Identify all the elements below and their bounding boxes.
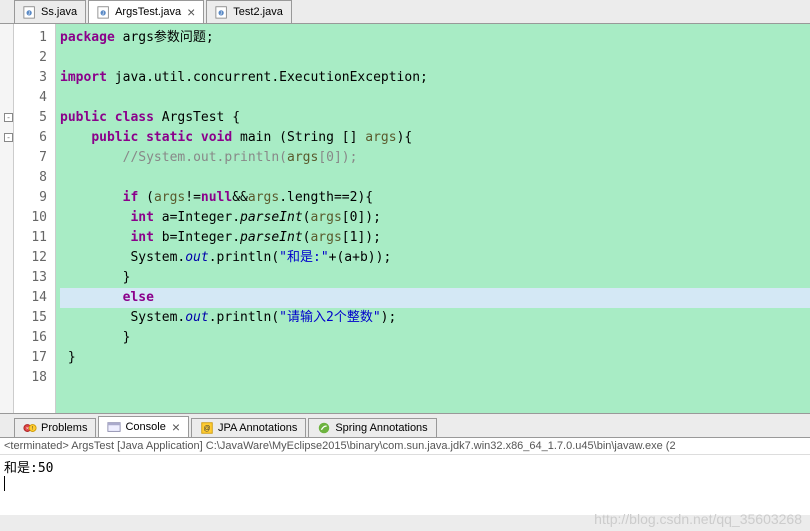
tab-label: Console	[125, 421, 165, 433]
editor-tab[interactable]: J Test2.java	[206, 0, 292, 23]
bottom-tab[interactable]: ×! Problems	[14, 418, 96, 437]
svg-text:J: J	[220, 11, 222, 16]
line-number: 10	[14, 208, 47, 228]
java-file-icon: J	[215, 5, 229, 19]
line-number: 14	[14, 288, 47, 308]
java-file-icon: J	[97, 5, 111, 19]
java-file-icon: J	[23, 5, 37, 19]
tab-label: Problems	[41, 422, 87, 434]
watermark: http://blog.csdn.net/qq_35603268	[594, 511, 802, 527]
code-line[interactable]: System.out.println("请输入2个整数");	[60, 308, 810, 328]
tab-label: Test2.java	[233, 6, 283, 18]
svg-text:J: J	[28, 11, 30, 16]
line-number: 12	[14, 248, 47, 268]
gutter: 123!45-6-789101112131415161718	[14, 24, 56, 413]
line-number: 13	[14, 268, 47, 288]
tab-label: Spring Annotations	[335, 422, 427, 434]
editor-tabs: J Ss.java J ArgsTest.java × J Test2.java	[0, 0, 810, 24]
bottom-tab[interactable]: Spring Annotations	[308, 418, 436, 437]
close-icon[interactable]: ×	[172, 419, 180, 435]
line-number: 7	[14, 148, 47, 168]
code-line[interactable]: else	[60, 288, 810, 308]
close-icon[interactable]: ×	[187, 4, 195, 20]
code-line[interactable]: }	[60, 268, 810, 288]
svg-text:!: !	[32, 426, 33, 432]
code-line[interactable]: }	[60, 348, 810, 368]
line-number: 3!	[14, 68, 47, 88]
line-number: 17	[14, 348, 47, 368]
console-line: 和是:50	[4, 461, 53, 476]
svg-text:@: @	[203, 426, 210, 433]
bottom-panel: ×! Problems Console × @ JPA Annotations Spring…	[0, 414, 810, 515]
code-line[interactable]	[60, 168, 810, 188]
code-line[interactable]: }	[60, 328, 810, 348]
svg-text:J: J	[102, 11, 104, 16]
tab-label: ArgsTest.java	[115, 6, 181, 18]
bottom-tab[interactable]: @ JPA Annotations	[191, 418, 306, 437]
code-line[interactable]	[60, 88, 810, 108]
code-line[interactable]: System.out.println("和是:"+(a+b));	[60, 248, 810, 268]
line-number: 11	[14, 228, 47, 248]
line-number: 1	[14, 28, 47, 48]
code-line[interactable]: package args参数问题;	[60, 28, 810, 48]
code-line[interactable]: public class ArgsTest {	[60, 108, 810, 128]
editor-container: 123!45-6-789101112131415161718 package a…	[0, 24, 810, 414]
line-number: 5-	[14, 108, 47, 128]
tab-label: JPA Annotations	[218, 422, 297, 434]
fold-icon[interactable]: -	[4, 113, 13, 122]
code-line[interactable]	[60, 48, 810, 68]
line-number: 8	[14, 168, 47, 188]
editor-tab[interactable]: J Ss.java	[14, 0, 86, 23]
fold-icon[interactable]: -	[4, 133, 13, 142]
code-line[interactable]: int b=Integer.parseInt(args[1]);	[60, 228, 810, 248]
line-number: 15	[14, 308, 47, 328]
line-number: 6-	[14, 128, 47, 148]
tab-icon: @	[200, 421, 214, 435]
code-line[interactable]	[60, 368, 810, 388]
line-number: 9	[14, 188, 47, 208]
console-header: <terminated> ArgsTest [Java Application]…	[0, 438, 810, 455]
line-number: 4	[14, 88, 47, 108]
console-output[interactable]: 和是:50	[0, 455, 810, 515]
code-line[interactable]: import java.util.concurrent.ExecutionExc…	[60, 68, 810, 88]
bottom-tab[interactable]: Console ×	[98, 416, 189, 437]
tab-icon: ×!	[23, 421, 37, 435]
tab-label: Ss.java	[41, 6, 77, 18]
code-area[interactable]: package args参数问题; import java.util.concur…	[56, 24, 810, 413]
editor-tab[interactable]: J ArgsTest.java ×	[88, 0, 204, 23]
code-line[interactable]: int a=Integer.parseInt(args[0]);	[60, 208, 810, 228]
console-cursor	[4, 476, 5, 491]
svg-text:×: ×	[26, 426, 29, 432]
line-number: 2	[14, 48, 47, 68]
tab-icon	[317, 421, 331, 435]
code-line[interactable]: //System.out.println(args[0]);	[60, 148, 810, 168]
left-margin	[0, 24, 14, 413]
line-number: 16	[14, 328, 47, 348]
bottom-tabs: ×! Problems Console × @ JPA Annotations Spring…	[0, 414, 810, 438]
tab-icon	[107, 420, 121, 434]
code-line[interactable]: if (args!=null&&args.length==2){	[60, 188, 810, 208]
code-line[interactable]: public static void main (String [] args)…	[60, 128, 810, 148]
line-number: 18	[14, 368, 47, 388]
